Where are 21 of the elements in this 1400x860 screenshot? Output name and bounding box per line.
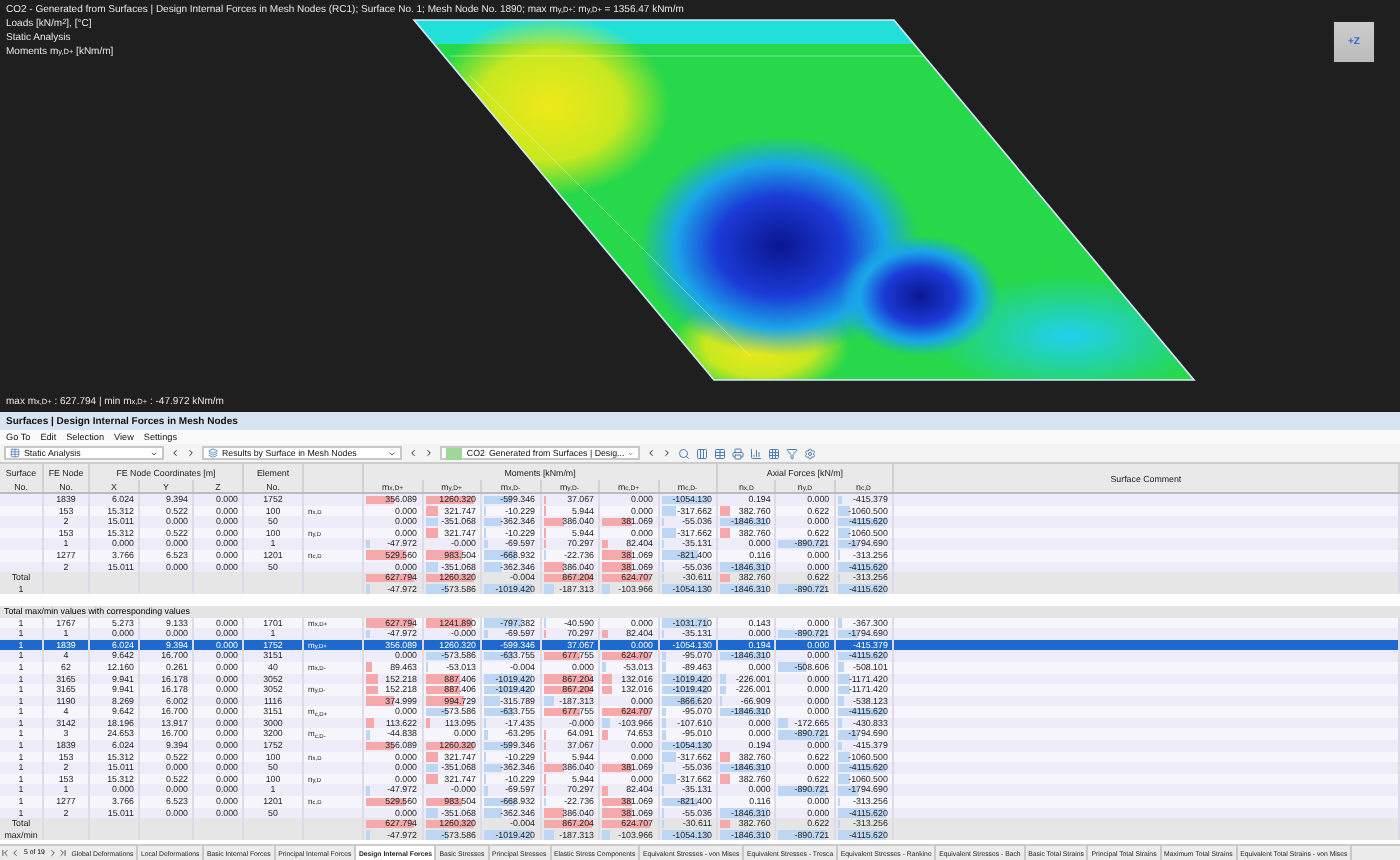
settings-icon[interactable] [804, 447, 816, 459]
first-page-icon[interactable] [0, 848, 10, 858]
next-icon[interactable] [662, 448, 672, 458]
columns-icon[interactable] [696, 447, 708, 459]
printer-icon[interactable] [732, 447, 744, 459]
next-icon[interactable] [186, 448, 196, 458]
search-icon[interactable] [678, 447, 690, 459]
last-page-icon[interactable] [58, 848, 69, 858]
previous-icon[interactable] [170, 448, 180, 458]
load-case-color-chip [446, 447, 463, 459]
previous-icon[interactable] [646, 448, 656, 458]
table-icon [10, 448, 20, 458]
previous-icon[interactable] [10, 848, 20, 858]
next-icon[interactable] [48, 848, 59, 858]
bar-chart-icon[interactable] [750, 447, 762, 459]
table-icon[interactable] [714, 447, 726, 459]
layers-icon [208, 448, 218, 458]
grid-icon[interactable] [768, 447, 780, 459]
filter-icon[interactable] [786, 447, 798, 459]
next-icon[interactable] [424, 448, 434, 458]
previous-icon[interactable] [408, 448, 418, 458]
